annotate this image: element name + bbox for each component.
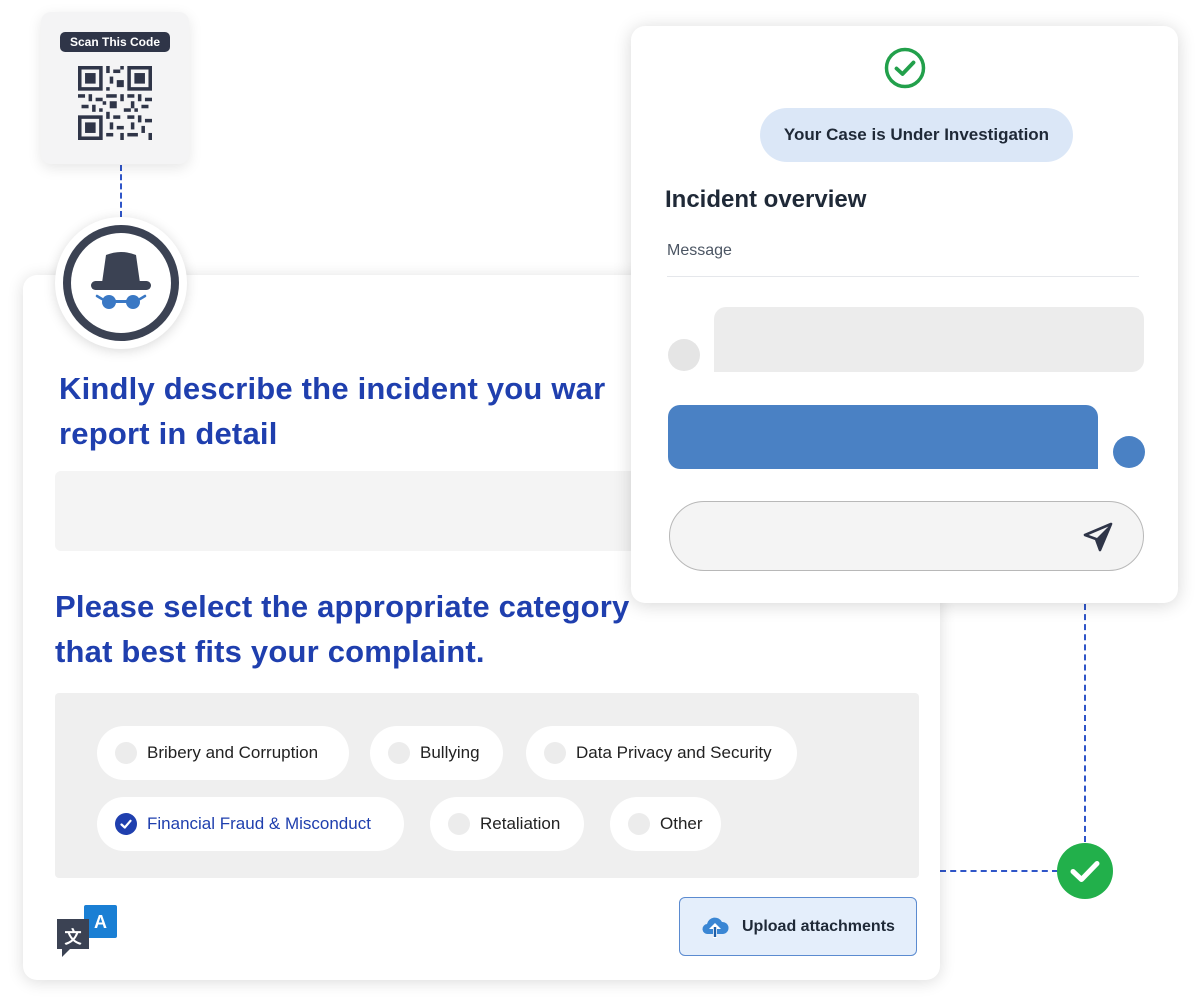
checkmark-icon [120, 819, 132, 829]
success-check-icon [1057, 843, 1113, 899]
incident-overview-title: Incident overview [665, 186, 867, 213]
category-option-other[interactable]: Other [610, 797, 721, 851]
radio-icon [388, 742, 410, 764]
category-label: Retaliation [480, 814, 561, 833]
category-option-bribery[interactable]: Bribery and Corruption [97, 726, 349, 780]
qr-badge: Scan This Code [60, 32, 170, 52]
qr-code-icon [78, 66, 152, 140]
category-label: Bullying [420, 743, 480, 762]
case-status-pill: Your Case is Under Investigation [760, 108, 1073, 162]
status-connector-line-horizontal [940, 870, 1058, 872]
outgoing-message-bubble [668, 405, 1098, 469]
radio-icon [544, 742, 566, 764]
category-label: Financial Fraud & Misconduct [147, 814, 371, 833]
send-icon[interactable] [1080, 519, 1116, 555]
category-label: Bribery and Corruption [147, 743, 319, 762]
anonymous-avatar [55, 217, 187, 349]
category-heading: Please select the appropriate category t… [55, 584, 629, 674]
category-heading-line2: that best fits your complaint. [55, 634, 485, 669]
radio-icon [448, 813, 470, 835]
category-heading-line1: Please select the appropriate category [55, 589, 630, 624]
checked-radio-icon [115, 813, 137, 835]
describe-heading: Kindly describe the incident you war rep… [59, 366, 605, 456]
category-label: Other [660, 814, 703, 833]
case-status-text: Your Case is Under Investigation [783, 125, 1050, 144]
incognito-icon [91, 252, 151, 309]
describe-heading-line1: Kindly describe the incident you war [59, 371, 606, 406]
svg-text:A: A [94, 912, 107, 932]
respondent-avatar [668, 339, 700, 371]
qr-code-card: Scan This Code [41, 12, 189, 164]
incident-description-input[interactable] [55, 471, 649, 551]
radio-icon [628, 813, 650, 835]
category-option-financial-fraud[interactable]: Financial Fraud & Misconduct [97, 797, 404, 851]
svg-text:文: 文 [65, 927, 83, 948]
translate-icon[interactable]: A 文 [56, 904, 120, 960]
category-option-bullying[interactable]: Bullying [370, 726, 503, 780]
status-connector-line-vertical [1084, 604, 1086, 842]
category-option-retaliation[interactable]: Retaliation [430, 797, 584, 851]
radio-icon [115, 742, 137, 764]
category-label: Data Privacy and Security [576, 743, 772, 762]
upload-attachments-button[interactable]: Upload attachments [679, 897, 917, 956]
cloud-upload-icon [702, 917, 729, 938]
message-label: Message [667, 242, 732, 259]
reporter-avatar [1113, 436, 1145, 468]
category-option-data-privacy[interactable]: Data Privacy and Security [526, 726, 797, 780]
divider [667, 276, 1139, 277]
upload-attachments-label: Upload attachments [742, 917, 895, 935]
incoming-message-bubble [714, 307, 1144, 372]
chat-message-input[interactable] [669, 501, 1144, 571]
qr-connector-line [120, 165, 122, 217]
check-circle-icon [884, 47, 926, 89]
describe-heading-line2: report in detail [59, 416, 278, 451]
